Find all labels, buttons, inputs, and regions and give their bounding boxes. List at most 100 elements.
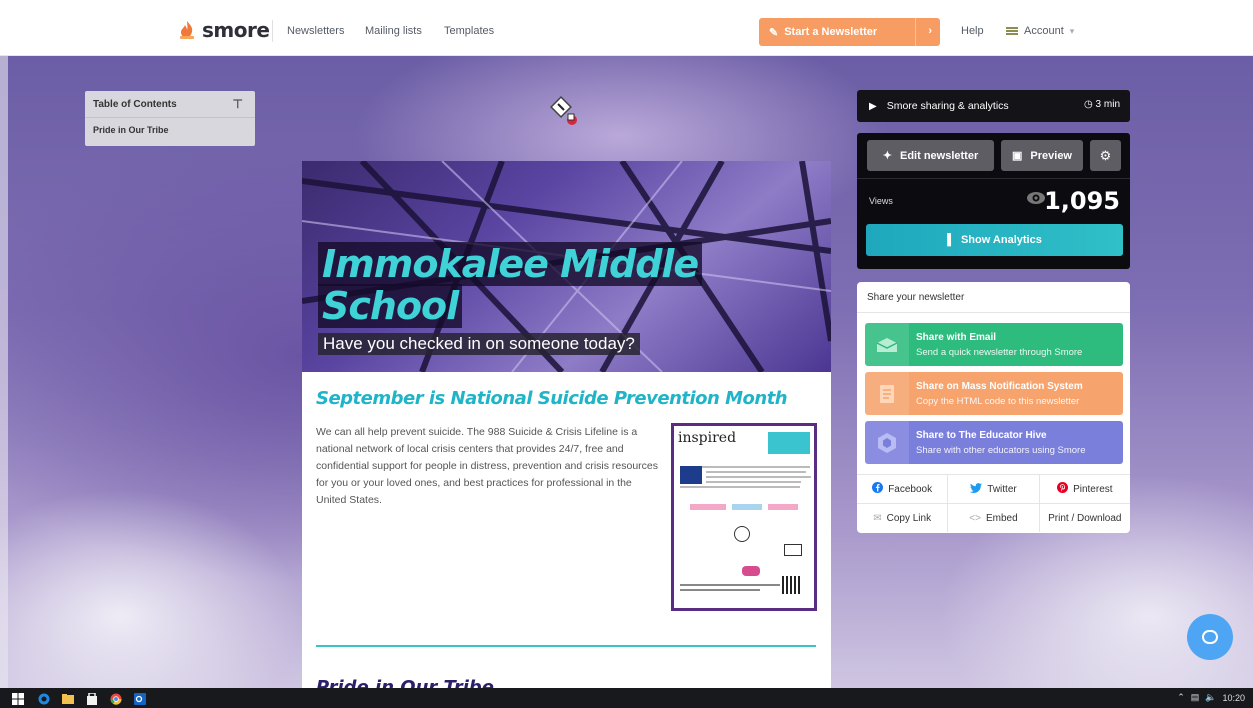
start-newsletter-button[interactable]: ✎ Start a Newsletter › [759,18,940,46]
volume-icon[interactable]: 🔈 [1205,692,1216,703]
flyer-heart-icon [742,566,760,576]
chevron-up-icon[interactable]: ⌃ [1177,692,1185,703]
settings-gear-button[interactable]: ⚙ [1090,140,1121,171]
newsletter-card: Immokalee Middle School Have you checked… [302,161,831,688]
title-line-1: Immokalee Middle [318,242,703,286]
toc-item[interactable]: Pride in Our Tribe [85,118,255,142]
newsletter-subtitle: Have you checked in on someone today? [318,333,640,355]
flyer-chat-icon [784,544,802,556]
share-heading: Share your newsletter [867,292,965,303]
chat-icon [1202,630,1218,644]
pencil-icon: ✎ [769,26,779,39]
share-hive-subtitle: Share with other educators using Smore [916,445,1086,456]
twitter-label: Twitter [987,483,1017,495]
share-actions-row: ✉ Copy Link <> Embed Print / Download [857,503,1130,532]
flyer-blue-label [732,504,762,510]
copy-link-button[interactable]: ✉ Copy Link [857,504,949,532]
outlook-icon[interactable] [134,692,146,705]
share-educator-hive-option[interactable]: Share to The Educator Hive Share with ot… [865,421,1123,464]
file-explorer-icon[interactable] [62,692,74,704]
eye-icon [1026,191,1046,205]
table-of-contents: Table of Contents ⊤ Pride in Our Tribe [85,91,255,146]
hero-banner: Immokalee Middle School Have you checked… [302,161,831,372]
facebook-icon [872,482,884,496]
nav-link-templates[interactable]: Templates [444,25,494,37]
help-link[interactable]: Help [961,25,984,37]
share-hive-title: Share to The Educator Hive [916,430,1047,441]
toc-title: Table of Contents [93,98,177,110]
pinterest-button[interactable]: Pinterest [1040,475,1130,503]
hexagon-icon [865,421,909,464]
twitter-button[interactable]: Twitter [948,475,1040,503]
smore-logo[interactable]: smore [178,18,270,42]
section-text: We can all help prevent suicide. The 988… [316,426,659,506]
share-mass-subtitle: Copy the HTML code to this newsletter [916,396,1080,407]
flyer-988-box [680,466,702,484]
play-icon: ▶ [869,100,877,112]
preview-button[interactable]: ▣ Preview [1001,140,1083,171]
print-download-button[interactable]: Print / Download [1040,504,1130,532]
nav-link-newsletters[interactable]: Newsletters [287,25,344,37]
account-label: Account [1024,25,1064,37]
flame-icon [178,20,196,40]
panel-divider [857,178,1130,179]
sharing-title: Smore sharing & analytics [886,100,1009,112]
flyer-hand-icon [734,526,750,542]
share-email-option[interactable]: Share with Email Send a quick newsletter… [865,323,1123,366]
show-analytics-button[interactable]: ▌ Show Analytics [866,224,1123,256]
link-icon: ✉ [873,512,882,524]
start-newsletter-label: Start a Newsletter [784,26,878,38]
edit-newsletter-button[interactable]: ✦ Edit newsletter [867,140,994,171]
views-label: Views [869,196,893,206]
newsletter-title: Immokalee Middle School [318,242,703,328]
button-divider [915,18,916,46]
code-icon: <> [969,512,981,524]
nav-link-mailing-lists[interactable]: Mailing lists [365,25,422,37]
store-icon[interactable] [86,692,98,705]
edge-browser-icon[interactable] [38,692,50,705]
print-download-label: Print / Download [1048,512,1122,524]
share-email-subtitle: Send a quick newsletter through Smore [916,347,1083,358]
top-navigation: smore Newsletters Mailing lists Template… [0,0,1253,56]
twitter-icon [970,482,983,496]
embed-label: Embed [985,512,1018,524]
floating-badge-icon[interactable] [548,96,582,130]
flyer-image[interactable]: inspired [671,423,817,611]
share-mass-notification-option[interactable]: Share on Mass Notification System Copy t… [865,372,1123,415]
gear-icon: ⚙ [1099,147,1112,163]
section-title: September is National Suicide Prevention… [316,388,788,409]
clock-time[interactable]: 10:20 [1222,693,1245,703]
background-edge [0,56,8,688]
document-icon [865,372,909,415]
flyer-pink-label [690,504,726,510]
views-count: 1,095 [1044,187,1120,215]
account-menu[interactable]: Account ▾ [1006,25,1074,37]
share-email-title: Share with Email [916,332,997,343]
windows-start-icon[interactable] [12,692,24,705]
flyer-qr-code [782,576,800,594]
facebook-label: Facebook [888,483,933,495]
nav-divider [272,20,273,42]
windows-taskbar: ⌃ ▤ 🔈 10:20 [0,688,1253,708]
content-section: September is National Suicide Prevention… [316,388,817,611]
envelope-icon [865,323,909,366]
toc-header: Table of Contents ⊤ [85,91,255,118]
preview-label: Preview [1030,149,1072,162]
sharing-duration: ◷ 3 min [1084,99,1120,110]
flyer-pink-label [768,504,798,510]
system-tray: ⌃ ▤ 🔈 10:20 [1177,692,1245,703]
embed-button[interactable]: <> Embed [948,504,1040,532]
facebook-button[interactable]: Facebook [857,475,949,503]
next-section-title: Pride in Our Tribe [316,677,494,688]
logo-text: smore [202,18,270,42]
bar-chart-icon: ▌ [947,234,955,246]
network-icon[interactable]: ▤ [1191,692,1200,703]
pinterest-label: Pinterest [1073,483,1113,495]
sharing-analytics-bar[interactable]: ▶ Smore sharing & analytics ◷ 3 min [857,90,1130,122]
collapse-top-icon[interactable]: ⊤ [233,97,243,111]
account-icon [1006,27,1018,35]
chat-support-button[interactable] [1187,614,1233,660]
chevron-down-icon: ▾ [1069,25,1075,36]
chrome-icon[interactable] [110,692,122,705]
chevron-right-icon[interactable]: › [928,25,932,37]
